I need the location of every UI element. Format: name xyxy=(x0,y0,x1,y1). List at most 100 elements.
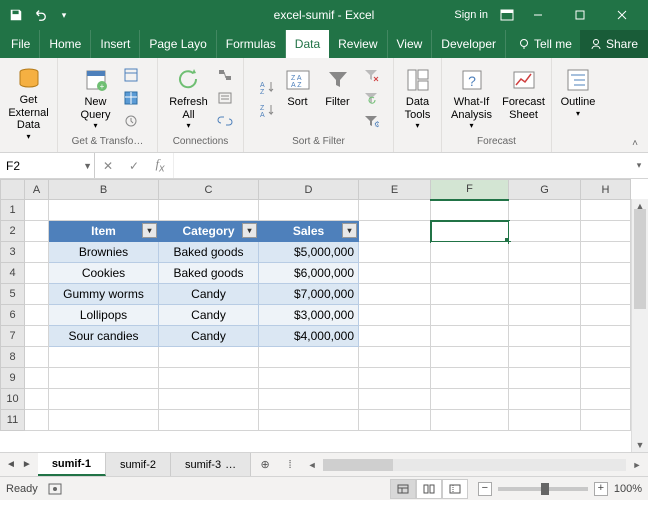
cell[interactable] xyxy=(259,200,359,221)
cell[interactable] xyxy=(509,200,581,221)
col-header[interactable]: F xyxy=(431,180,509,200)
ribbon-display-options-button[interactable] xyxy=(496,4,518,26)
cell[interactable]: $4,000,000 xyxy=(259,326,359,347)
normal-view-button[interactable] xyxy=(390,479,416,499)
cell[interactable] xyxy=(431,389,509,410)
cell[interactable] xyxy=(49,200,159,221)
save-button[interactable] xyxy=(6,5,26,25)
connections-button[interactable] xyxy=(214,64,236,86)
cell[interactable] xyxy=(359,263,431,284)
tab-insert[interactable]: Insert xyxy=(91,30,140,58)
select-all-button[interactable] xyxy=(1,180,25,200)
col-header[interactable]: C xyxy=(159,180,259,200)
row-header[interactable]: 8 xyxy=(1,347,25,368)
scroll-right-button[interactable]: ► xyxy=(630,460,644,470)
tab-developer[interactable]: Developer xyxy=(432,30,506,58)
cell[interactable]: Lollipops xyxy=(49,305,159,326)
sheet-tab-active[interactable]: sumif-1 xyxy=(38,453,106,476)
cell[interactable] xyxy=(259,368,359,389)
cell[interactable] xyxy=(259,389,359,410)
cell[interactable]: Category▾ xyxy=(159,221,259,242)
cell[interactable] xyxy=(259,410,359,431)
cell[interactable] xyxy=(25,305,49,326)
cell[interactable] xyxy=(581,221,631,242)
zoom-level[interactable]: 100% xyxy=(614,483,642,495)
zoom-out-button[interactable]: − xyxy=(478,482,492,496)
cell[interactable] xyxy=(359,347,431,368)
sheet-tab[interactable]: sumif-2 xyxy=(106,453,171,476)
cell[interactable] xyxy=(509,284,581,305)
zoom-in-button[interactable]: + xyxy=(594,482,608,496)
sheet-tab[interactable]: sumif-3 … xyxy=(171,453,251,476)
scrollbar-thumb[interactable] xyxy=(323,459,393,471)
cell[interactable]: Sales▾ xyxy=(259,221,359,242)
cell[interactable]: Candy xyxy=(159,305,259,326)
qat-customize-button[interactable]: ▾ xyxy=(54,5,74,25)
insert-function-button[interactable]: fx xyxy=(147,154,173,178)
recent-sources-button[interactable] xyxy=(120,110,142,132)
col-header[interactable]: D xyxy=(259,180,359,200)
cell[interactable] xyxy=(581,347,631,368)
cell[interactable] xyxy=(431,242,509,263)
tab-file[interactable]: File xyxy=(2,30,40,58)
cell[interactable] xyxy=(581,305,631,326)
row-header[interactable]: 4 xyxy=(1,263,25,284)
cell[interactable] xyxy=(359,326,431,347)
new-query-button[interactable]: + New Query▾ xyxy=(74,62,118,134)
close-button[interactable] xyxy=(602,1,642,29)
from-table-button[interactable] xyxy=(120,87,142,109)
cell[interactable] xyxy=(49,410,159,431)
refresh-all-button[interactable]: Refresh All▾ xyxy=(166,62,212,134)
tell-me-search[interactable]: Tell me xyxy=(510,30,580,58)
cell[interactable] xyxy=(25,284,49,305)
sheet-scroll-divider[interactable]: ⁞ xyxy=(279,453,301,476)
cell[interactable]: Item▾ xyxy=(49,221,159,242)
col-header[interactable]: A xyxy=(25,180,49,200)
cell[interactable] xyxy=(431,200,509,221)
cell[interactable] xyxy=(431,221,509,242)
page-break-view-button[interactable] xyxy=(442,479,468,499)
cell[interactable] xyxy=(25,242,49,263)
cell[interactable]: $3,000,000 xyxy=(259,305,359,326)
row-header[interactable]: 1 xyxy=(1,200,25,221)
cell[interactable] xyxy=(509,242,581,263)
scroll-left-button[interactable]: ◄ xyxy=(305,460,319,470)
enter-formula-button[interactable]: ✓ xyxy=(121,154,147,178)
reapply-filter-button[interactable] xyxy=(360,87,382,109)
maximize-button[interactable] xyxy=(560,1,600,29)
cell[interactable] xyxy=(581,389,631,410)
cell[interactable] xyxy=(25,389,49,410)
row-header[interactable]: 9 xyxy=(1,368,25,389)
cell[interactable] xyxy=(581,263,631,284)
scrollbar-thumb[interactable] xyxy=(634,209,646,309)
tab-page-layout[interactable]: Page Layo xyxy=(140,30,216,58)
col-header[interactable]: H xyxy=(581,180,631,200)
filter-button[interactable]: Filter xyxy=(318,62,358,134)
cell[interactable] xyxy=(49,368,159,389)
cell[interactable] xyxy=(359,284,431,305)
cell[interactable] xyxy=(431,347,509,368)
cell[interactable] xyxy=(49,389,159,410)
cell[interactable] xyxy=(25,326,49,347)
cell[interactable] xyxy=(25,221,49,242)
new-sheet-button[interactable]: ⊕ xyxy=(251,453,279,476)
tab-data[interactable]: Data xyxy=(286,30,329,58)
cell[interactable] xyxy=(159,389,259,410)
tab-formulas[interactable]: Formulas xyxy=(217,30,286,58)
clear-filter-button[interactable] xyxy=(360,64,382,86)
cell[interactable] xyxy=(25,200,49,221)
formula-input[interactable] xyxy=(174,153,630,178)
undo-button[interactable] xyxy=(30,5,50,25)
forecast-sheet-button[interactable]: Forecast Sheet xyxy=(500,62,548,134)
cell[interactable] xyxy=(581,326,631,347)
cell[interactable] xyxy=(431,326,509,347)
sheet-nav-prev-button[interactable]: ◄ xyxy=(6,459,16,470)
cell[interactable] xyxy=(581,284,631,305)
cell[interactable] xyxy=(25,347,49,368)
cell[interactable]: $7,000,000 xyxy=(259,284,359,305)
cell[interactable] xyxy=(431,305,509,326)
row-header[interactable]: 3 xyxy=(1,242,25,263)
minimize-button[interactable] xyxy=(518,1,558,29)
cell[interactable] xyxy=(359,389,431,410)
cancel-formula-button[interactable]: ✕ xyxy=(95,154,121,178)
